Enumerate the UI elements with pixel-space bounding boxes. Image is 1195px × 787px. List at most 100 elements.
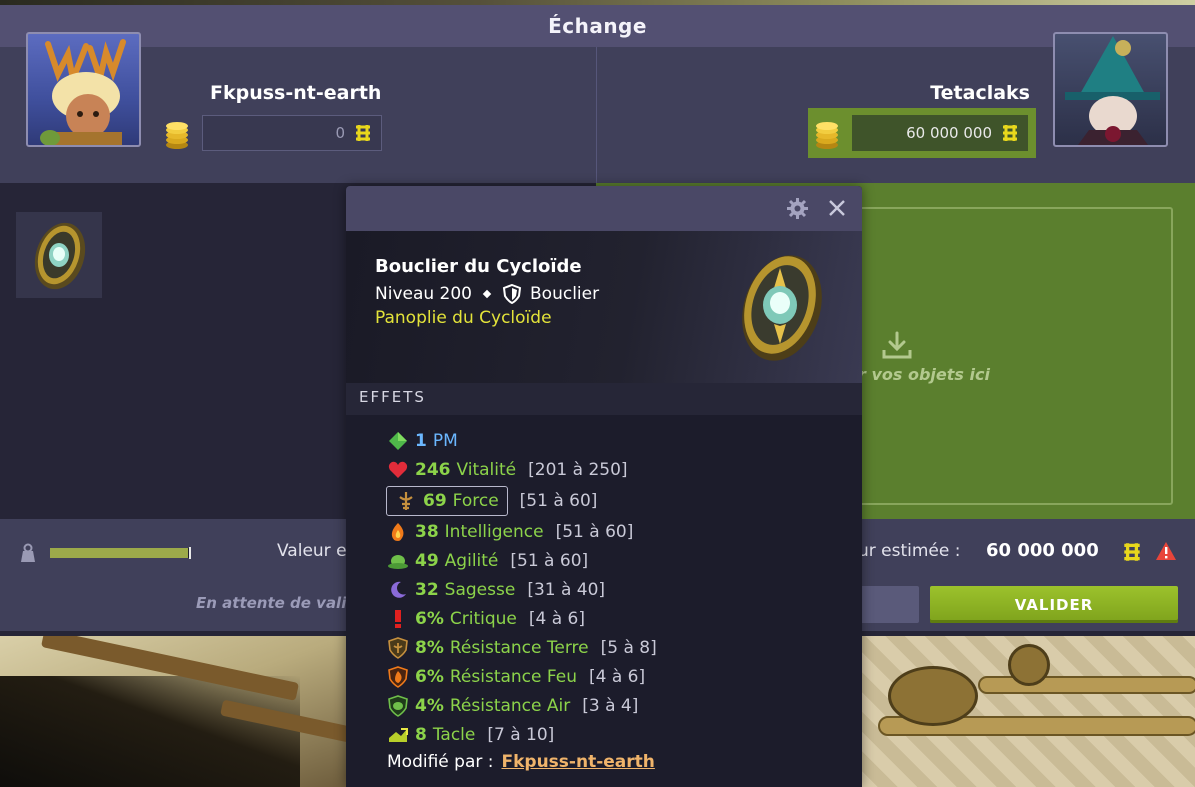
modified-by-player-link[interactable]: Fkpuss-nt-earth — [501, 752, 654, 772]
kama-symbol-icon — [1003, 125, 1017, 141]
effect-range: [7 à 10] — [487, 724, 555, 745]
map-left — [0, 629, 380, 787]
kama-symbol-icon — [356, 125, 370, 141]
shield-item-image — [742, 255, 822, 361]
effect-amount: 1 — [415, 430, 427, 451]
effect-amount: 8% — [415, 637, 444, 658]
effect-amount: 32 — [415, 579, 439, 600]
right-kamas-value: 60 000 000 — [906, 124, 992, 142]
item-level: Niveau 200 — [375, 284, 473, 304]
map-right — [858, 636, 1195, 787]
effect-stat: Résistance Air — [449, 695, 571, 716]
effect-amount: 6% — [415, 666, 444, 687]
fire-resistance-icon — [388, 665, 408, 688]
left-kamas-input[interactable]: 0 — [202, 115, 382, 151]
left-estimated-value-label: Valeur e — [277, 541, 347, 561]
kamas-stack-icon — [816, 122, 838, 149]
item-name: Bouclier du Cycloïde — [375, 256, 582, 277]
tooltip-titlebar — [346, 186, 862, 231]
effect-stat: Force — [452, 490, 499, 511]
cancel-button[interactable] — [858, 586, 919, 623]
effect-stat: Résistance Feu — [449, 666, 577, 687]
effect-row: 6% Résistance Feu [4 à 6] — [387, 662, 657, 691]
effect-row-highlighted: 69 Force [51 à 60] — [386, 484, 657, 517]
gear-icon[interactable] — [787, 198, 808, 219]
effect-stat: Sagesse — [444, 579, 516, 600]
effect-range: [4 à 6] — [588, 666, 646, 687]
effect-range: [5 à 8] — [600, 637, 657, 658]
effect-stat: Intelligence — [444, 521, 544, 542]
shield-type-icon — [502, 284, 522, 304]
effect-row: 6% Critique [4 à 6] — [387, 604, 657, 633]
effect-range: [31 à 40] — [527, 579, 606, 600]
effect-amount: 38 — [415, 521, 439, 542]
earth-resistance-icon — [388, 636, 408, 659]
effect-range: [201 à 250] — [528, 459, 628, 480]
effect-stat: Tacle — [432, 724, 476, 745]
modified-by-label: Modifié par : — [387, 752, 494, 772]
validate-button[interactable]: VALIDER — [930, 586, 1178, 623]
effect-range: [3 à 4] — [582, 695, 639, 716]
item-meta: Niveau 200 Bouclier — [375, 284, 599, 304]
item-tooltip: Bouclier du Cycloïde Niveau 200 Bouclier… — [346, 186, 862, 787]
effect-stat: Critique — [449, 608, 517, 629]
effect-highlight-box: 69 Force — [386, 485, 508, 516]
waiting-status: En attente de valida — [196, 594, 348, 612]
window-titlebar: Échange — [0, 5, 1195, 47]
effects-list: 1 PM 246 Vitalité [201 à 250] 69 Force [… — [386, 426, 657, 749]
air-resistance-icon — [388, 694, 408, 717]
pm-icon — [389, 431, 407, 450]
effect-range: [51 à 60] — [510, 550, 589, 571]
effect-row: 32 Sagesse [31 à 40] — [387, 575, 657, 604]
effect-row: 49 Agilité [51 à 60] — [387, 546, 657, 575]
strength-icon — [399, 491, 413, 510]
critical-icon — [395, 609, 401, 628]
modified-by-line: Modifié par : Fkpuss-nt-earth — [387, 752, 655, 772]
wisdom-icon — [391, 581, 406, 598]
effect-stat: Vitalité — [456, 459, 517, 480]
effect-row: 38 Intelligence [51 à 60] — [387, 517, 657, 546]
progress-tip — [189, 547, 191, 559]
header-divider — [596, 47, 597, 188]
agility-icon — [388, 554, 408, 569]
left-player-avatar[interactable] — [26, 32, 141, 147]
vitality-icon — [388, 461, 408, 478]
pod-progress-bar — [50, 547, 191, 559]
effect-amount: 6% — [415, 608, 444, 629]
lock-icon — [389, 727, 408, 742]
effect-amount: 69 — [423, 490, 447, 511]
effect-stat: Agilité — [444, 550, 499, 571]
progress-fill — [50, 548, 189, 558]
kama-symbol-icon — [1124, 543, 1140, 561]
effect-row: 4% Résistance Air [3 à 4] — [387, 691, 657, 720]
effect-range: [51 à 60] — [555, 521, 634, 542]
offered-item-slot[interactable] — [16, 212, 102, 298]
intelligence-icon — [391, 522, 404, 541]
item-type: Bouclier — [530, 284, 600, 304]
shield-item-icon — [34, 222, 86, 290]
effect-range: [51 à 60] — [519, 490, 598, 511]
right-player-avatar[interactable] — [1053, 32, 1168, 147]
effects-title: EFFETS — [359, 388, 426, 406]
item-set-link[interactable]: Panoplie du Cycloïde — [375, 308, 552, 328]
effect-amount: 246 — [415, 459, 451, 480]
kamas-stack-icon — [166, 122, 188, 149]
effect-row: 246 Vitalité [201 à 250] — [387, 455, 657, 484]
left-kamas-value: 0 — [335, 124, 345, 142]
effect-row: 8% Résistance Terre [5 à 8] — [387, 633, 657, 662]
warning-icon[interactable] — [1155, 541, 1177, 561]
window-title: Échange — [548, 14, 647, 38]
right-estimated-value-label: ur estimée : — [858, 541, 961, 561]
effect-amount: 49 — [415, 550, 439, 571]
effect-stat: PM — [432, 430, 458, 451]
close-icon[interactable] — [827, 198, 847, 218]
effect-amount: 4% — [415, 695, 444, 716]
weight-icon — [21, 543, 35, 562]
effect-row: 8 Tacle [7 à 10] — [387, 720, 657, 749]
effect-range: [4 à 6] — [528, 608, 585, 629]
estimated-value-amount: 60 000 000 — [986, 540, 1099, 561]
effects-header: EFFETS — [346, 383, 862, 415]
download-icon — [882, 331, 912, 359]
effect-row: 1 PM — [387, 426, 657, 455]
drop-hint-text: r vos objets ici — [858, 365, 990, 384]
